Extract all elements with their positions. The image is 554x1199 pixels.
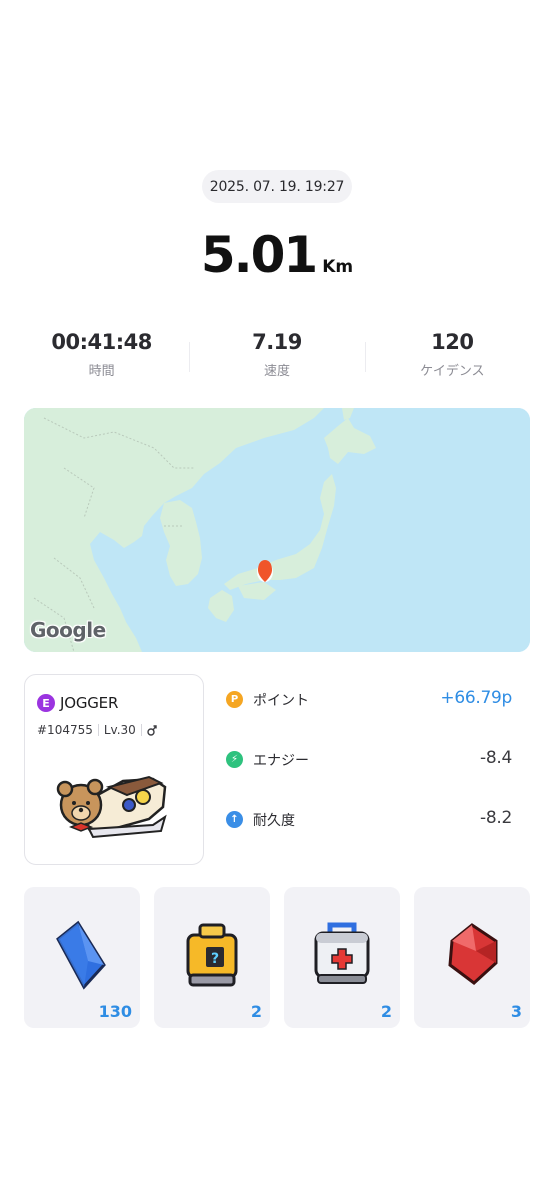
reward-list: P ポイント +66.79p ⚡ エナジー -8.4 ↑ 耐久度 -8.2 [226,688,516,868]
reward-energy-label: エナジー [253,753,309,769]
item-count-red-gem: 3 [510,1002,522,1021]
reward-energy-value: -8.4 [480,748,512,768]
stat-cadence-label: ケイデンス [420,364,485,379]
reward-point-label: ポイント [253,693,309,709]
stat-time-value: 00:41:48 [51,330,152,354]
grade-badge: E [37,694,55,712]
meta-divider [97,724,99,736]
distance-unit: Km [322,257,354,277]
item-card-first-aid-kit[interactable]: 2 [284,887,400,1028]
reward-energy: ⚡ エナジー -8.4 [226,748,516,808]
jogger-type: JOGGER [60,694,119,712]
stat-cadence: 120 ケイデンス [364,330,540,390]
reward-durability-label: 耐久度 [253,813,295,829]
reward-durability-value: -8.2 [480,808,512,828]
item-card-blue-crystal[interactable]: 130 [24,887,140,1028]
point-icon: P [226,691,243,708]
item-count-first-aid-kit: 2 [380,1002,392,1021]
run-datetime: 2025. 07. 19. 19:27 [202,170,352,203]
item-card-red-gem[interactable]: 3 [414,887,530,1028]
stat-speed-label: 速度 [263,364,290,379]
durability-icon: ↑ [226,811,243,828]
jogger-meta: #104755 Lv.30 [37,723,157,737]
google-logo: Google [30,618,106,642]
male-icon [147,725,157,736]
svg-text:?: ? [211,951,219,967]
reward-durability: ↑ 耐久度 -8.2 [226,808,516,868]
sneaker-bear-icon [56,775,167,839]
distance-value: 5.01 [200,226,318,284]
location-marker [257,560,273,582]
reward-point-value: +66.79p [440,688,512,708]
item-count-blue-crystal: 130 [98,1002,132,1021]
red-gem-icon [448,923,498,985]
stat-cadence-value: 120 [431,330,474,354]
jogger-header: E JOGGER [37,694,118,712]
stat-speed-value: 7.19 [252,330,302,354]
distance-display: 5.01 Km [0,226,554,296]
blue-crystal-icon [56,920,106,990]
jogger-id: #104755 [37,723,93,737]
reward-point: P ポイント +66.79p [226,688,516,748]
first-aid-kit-icon [314,922,370,984]
run-stats: 00:41:48 時間 7.19 速度 120 ケイデンス [14,330,540,390]
item-card-mystery-box[interactable]: ? 2 [154,887,270,1028]
jogger-level: Lv.30 [103,723,136,737]
stat-time-label: 時間 [88,364,115,379]
stat-speed: 7.19 速度 [189,330,364,390]
energy-icon: ⚡ [226,751,243,768]
item-count-mystery-box: 2 [250,1002,262,1021]
stat-time: 00:41:48 時間 [14,330,189,390]
item-rewards: 130 ? 2 2 3 [24,887,530,1028]
meta-divider [140,724,142,736]
mystery-box-icon: ? [186,923,238,987]
jogger-card[interactable]: E JOGGER #104755 Lv.30 [24,674,204,865]
route-map[interactable]: Google [24,408,530,652]
